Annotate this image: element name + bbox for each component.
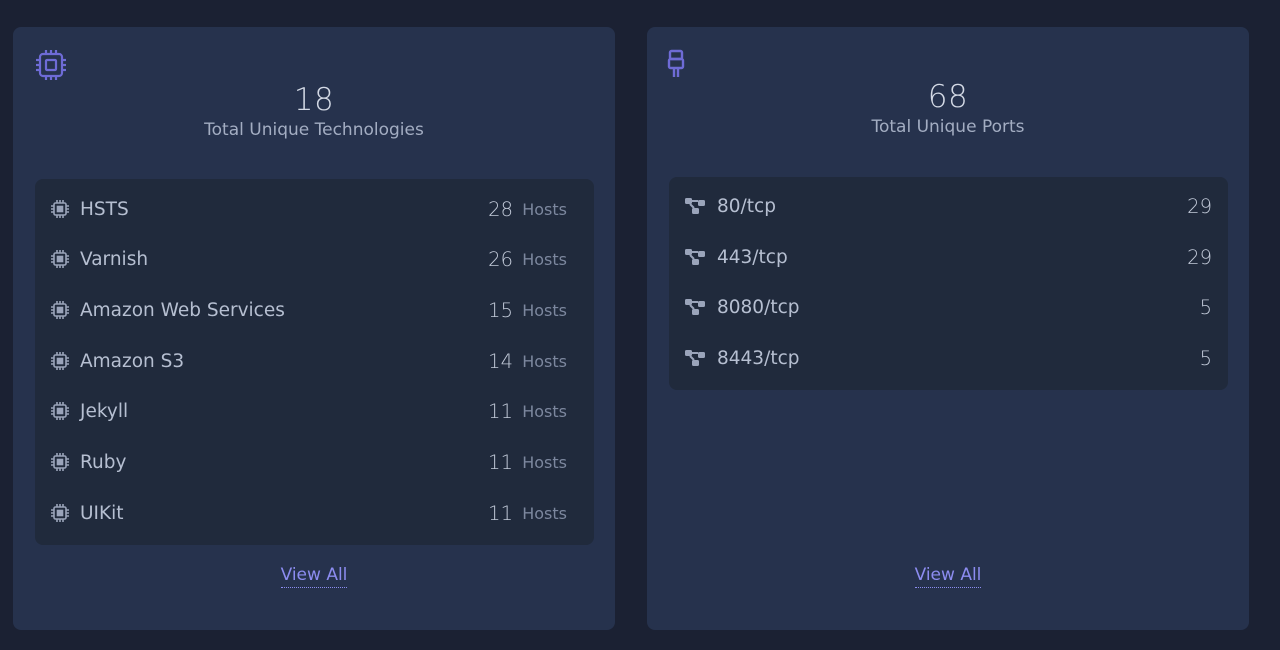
cpu-chip-icon — [50, 401, 70, 421]
technology-name: Amazon Web Services — [80, 299, 285, 321]
list-item[interactable]: Ruby 11 Hosts — [35, 437, 594, 487]
ports-total-label: Total Unique Ports — [871, 117, 1025, 137]
technology-name: Varnish — [80, 248, 149, 270]
port-count: 5 — [1199, 295, 1212, 319]
port-name: 80/tcp — [717, 195, 776, 217]
network-icon — [684, 297, 705, 317]
technology-name: Ruby — [80, 451, 127, 473]
technology-unit: Hosts — [522, 199, 567, 219]
cpu-chip-icon — [35, 49, 67, 81]
list-item[interactable]: UIKit 11 Hosts — [35, 488, 594, 538]
technology-unit: Hosts — [522, 452, 567, 472]
technology-unit: Hosts — [522, 351, 567, 371]
technology-unit: Hosts — [522, 503, 567, 523]
cpu-chip-icon — [50, 351, 70, 371]
cpu-chip-icon — [50, 249, 70, 269]
port-name: 8080/tcp — [717, 296, 800, 318]
list-item[interactable]: HSTS 28 Hosts — [35, 184, 594, 234]
ports-card: 68 Total Unique Ports 80/tcp 29 443/tcp … — [647, 27, 1249, 630]
technology-name: UIKit — [80, 502, 124, 524]
technology-name: Amazon S3 — [80, 350, 185, 372]
ports-list: 80/tcp 29 443/tcp 29 8080/tcp 5 8443/tcp… — [669, 177, 1228, 390]
network-icon — [684, 247, 705, 267]
technology-count: 28 — [488, 197, 513, 221]
technologies-total: 18 — [293, 82, 335, 118]
port-count: 5 — [1199, 346, 1212, 370]
technology-count: 14 — [488, 349, 513, 373]
list-item[interactable]: Amazon Web Services 15 Hosts — [35, 285, 594, 335]
technology-unit: Hosts — [522, 249, 567, 269]
ports-stat: 68 Total Unique Ports — [647, 79, 1249, 137]
list-item[interactable]: 8080/tcp 5 — [669, 282, 1228, 332]
plug-icon — [665, 47, 697, 79]
list-item[interactable]: 8443/tcp 5 — [669, 333, 1228, 383]
technology-count: 11 — [488, 399, 513, 423]
cpu-chip-icon — [50, 452, 70, 472]
technology-count: 11 — [488, 450, 513, 474]
ports-view-all: View All — [647, 565, 1249, 588]
technologies-total-label: Total Unique Technologies — [204, 120, 424, 140]
port-count: 29 — [1187, 194, 1212, 218]
list-item[interactable]: 443/tcp 29 — [669, 232, 1228, 282]
network-icon — [684, 348, 705, 368]
network-icon — [684, 196, 705, 216]
ports-total: 68 — [927, 79, 969, 115]
technology-name: Jekyll — [80, 400, 129, 422]
technology-unit: Hosts — [522, 300, 567, 320]
port-name: 443/tcp — [717, 246, 788, 268]
technology-count: 15 — [488, 298, 513, 322]
cpu-chip-icon — [50, 199, 70, 219]
technologies-card: 18 Total Unique Technologies HSTS 28 Hos… — [13, 27, 615, 630]
technology-count: 11 — [488, 501, 513, 525]
technology-count: 26 — [488, 247, 513, 271]
technology-unit: Hosts — [522, 401, 567, 421]
technologies-view-all: View All — [13, 565, 615, 588]
technology-name: HSTS — [80, 198, 129, 220]
list-item[interactable]: Jekyll 11 Hosts — [35, 386, 594, 436]
view-all-technologies-link[interactable]: View All — [280, 565, 348, 588]
port-name: 8443/tcp — [717, 347, 800, 369]
cpu-chip-icon — [50, 503, 70, 523]
list-item[interactable]: Varnish 26 Hosts — [35, 234, 594, 284]
view-all-ports-link[interactable]: View All — [914, 565, 982, 588]
port-count: 29 — [1187, 245, 1212, 269]
list-item[interactable]: 80/tcp 29 — [669, 181, 1228, 231]
list-item[interactable]: Amazon S3 14 Hosts — [35, 336, 594, 386]
technologies-list: HSTS 28 Hosts Varnish 26 Hosts Amazon We… — [35, 179, 594, 545]
cpu-chip-icon — [50, 300, 70, 320]
technologies-stat: 18 Total Unique Technologies — [13, 82, 615, 140]
